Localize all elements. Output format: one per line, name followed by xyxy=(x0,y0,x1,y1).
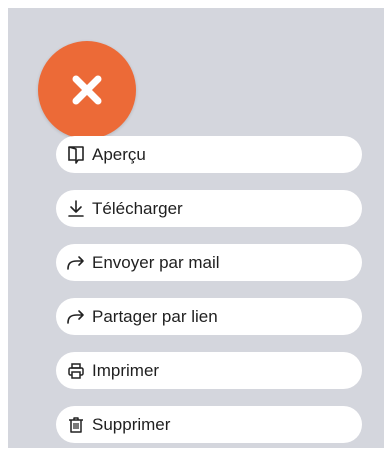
trash-icon xyxy=(66,414,86,436)
share-arrow-icon xyxy=(66,252,86,274)
share-arrow-icon xyxy=(66,306,86,328)
menu-item-label: Envoyer par mail xyxy=(92,252,220,272)
menu-item-label: Télécharger xyxy=(92,198,183,218)
menu-item-label: Partager par lien xyxy=(92,306,218,326)
menu-item-supprimer[interactable]: Supprimer xyxy=(56,406,362,443)
close-button[interactable] xyxy=(38,41,136,139)
menu-item-apercu[interactable]: Aperçu xyxy=(56,136,362,173)
menu-item-partager-par-lien[interactable]: Partager par lien xyxy=(56,298,362,335)
printer-icon xyxy=(66,360,86,382)
menu-item-telecharger[interactable]: Télécharger xyxy=(56,190,362,227)
menu-item-label: Imprimer xyxy=(92,360,160,380)
menu-item-label: Aperçu xyxy=(92,144,146,164)
menu-item-envoyer-par-mail[interactable]: Envoyer par mail xyxy=(56,244,362,281)
menu-item-imprimer[interactable]: Imprimer xyxy=(56,352,362,389)
menu-item-label: Supprimer xyxy=(92,414,171,434)
download-icon xyxy=(66,198,86,220)
close-icon xyxy=(70,73,104,107)
action-menu-panel: Aperçu Télécharger Envoyer par mail Part… xyxy=(8,8,384,448)
preview-icon xyxy=(66,144,86,166)
